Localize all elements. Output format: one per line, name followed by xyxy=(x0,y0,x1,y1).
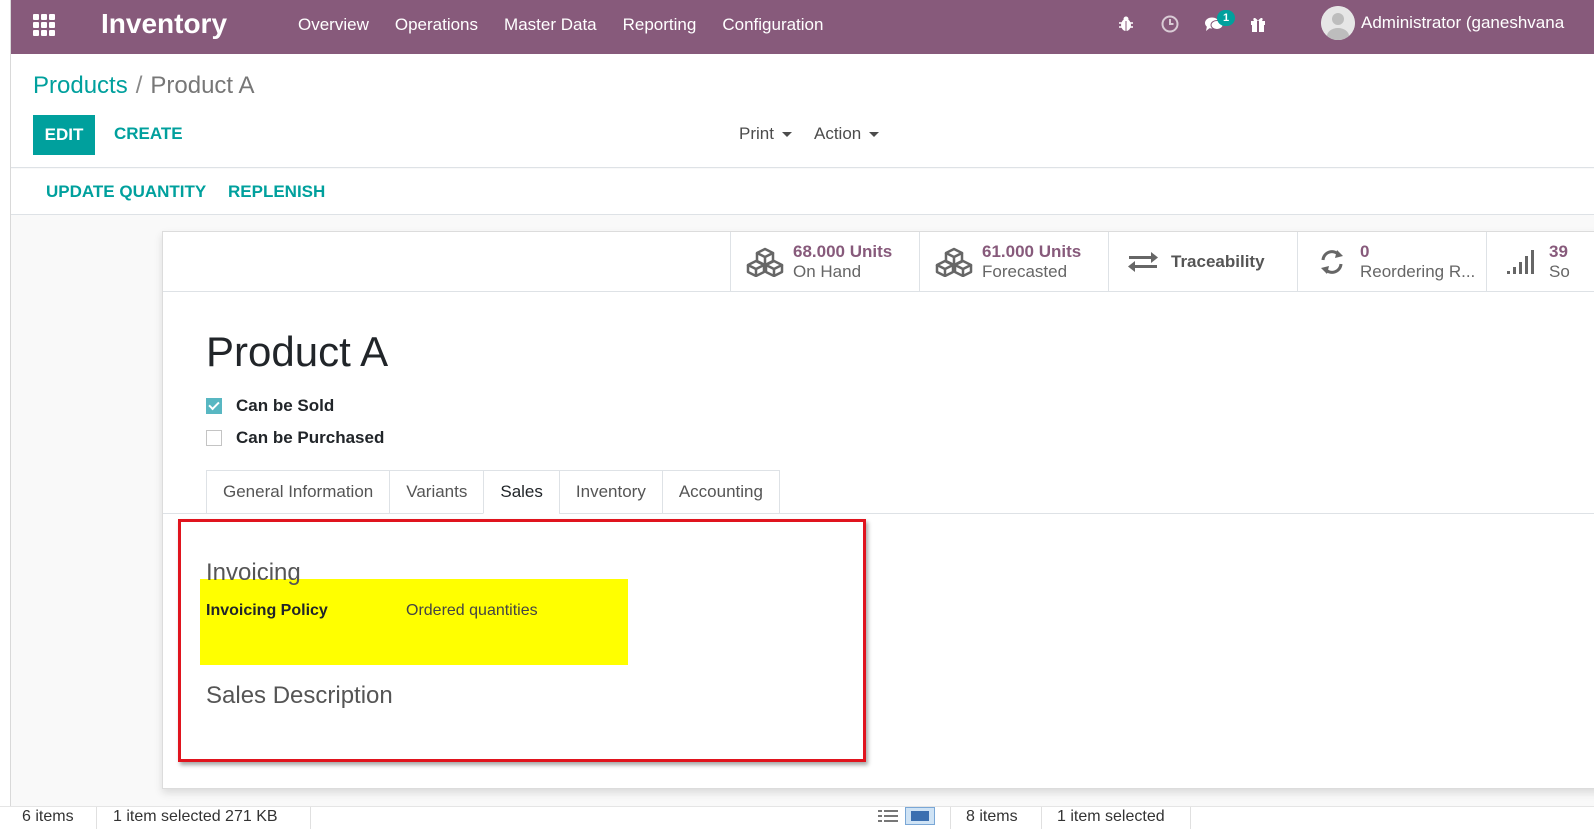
gift-icon[interactable] xyxy=(1247,12,1269,36)
chat-badge: 1 xyxy=(1217,10,1236,26)
print-label: Print xyxy=(739,124,774,143)
breadcrumb-separator: / xyxy=(135,72,143,99)
can-be-purchased-label: Can be Purchased xyxy=(236,428,385,447)
can-be-purchased-row: Can be Purchased xyxy=(206,428,384,448)
tab-inventory[interactable]: Inventory xyxy=(558,470,662,514)
bug-icon[interactable] xyxy=(1115,12,1137,36)
cubes-icon xyxy=(745,247,785,277)
form-statusbar: UPDATE QUANTITY REPLENISH xyxy=(11,169,1594,215)
can-be-sold-row: Can be Sold xyxy=(206,396,334,416)
left-item-count: 6 items xyxy=(22,808,74,825)
form-sheet: 68.000 Units On Hand 61.000 Units Foreca… xyxy=(162,231,1594,789)
traceability-label: Traceability xyxy=(1171,251,1265,271)
forecasted-label: Forecasted xyxy=(982,261,1068,281)
menu-configuration[interactable]: Configuration xyxy=(709,14,836,36)
caret-down-icon xyxy=(781,131,792,137)
left-selection-info: 1 item selected 271 KB xyxy=(113,808,278,825)
user-menu[interactable]: Administrator (ganeshvana xyxy=(1321,6,1564,40)
forecasted-value: 61.000 Units xyxy=(982,241,1082,261)
menu-overview[interactable]: Overview xyxy=(298,14,382,36)
print-dropdown[interactable]: Print xyxy=(739,124,792,144)
top-navbar: Inventory Overview Operations Master Dat… xyxy=(11,0,1594,54)
forecasted-button[interactable]: 61.000 Units Forecasted xyxy=(919,232,1108,291)
systray: 1 xyxy=(1115,10,1291,36)
menu-reporting[interactable]: Reporting xyxy=(610,14,710,36)
notebook-tabs: General Information Variants Sales Inven… xyxy=(206,470,780,514)
breadcrumb-current: Product A xyxy=(150,72,255,99)
on-hand-value: 68.000 Units xyxy=(793,241,893,261)
reordering-label: Reordering R... xyxy=(1360,261,1476,281)
can-be-sold-label: Can be Sold xyxy=(236,396,335,415)
red-annotation-box xyxy=(178,519,866,762)
menu-master-data[interactable]: Master Data xyxy=(491,14,610,36)
reordering-rules-button[interactable]: 0 Reordering R... xyxy=(1297,232,1486,291)
main-menu: Overview Operations Master Data Reportin… xyxy=(298,14,836,36)
smart-button-box: 68.000 Units On Hand 61.000 Units Foreca… xyxy=(163,232,1594,292)
right-item-count: 8 items xyxy=(966,808,1018,825)
apps-grid-icon[interactable] xyxy=(33,14,57,38)
on-hand-button[interactable]: 68.000 Units On Hand xyxy=(730,232,919,291)
exchange-icon xyxy=(1123,251,1163,273)
replenish-button[interactable]: REPLENISH xyxy=(228,182,325,202)
odoo-app-window: Inventory Overview Operations Master Dat… xyxy=(10,0,1594,806)
edit-button[interactable]: EDIT xyxy=(33,115,95,155)
create-button[interactable]: CREATE xyxy=(114,124,183,144)
avatar xyxy=(1321,6,1355,40)
sold-value: 39 xyxy=(1549,241,1568,261)
refresh-icon xyxy=(1312,248,1352,276)
sold-button[interactable]: 39 So xyxy=(1486,232,1594,291)
thumbnail-view-icon[interactable] xyxy=(905,807,935,831)
reordering-value: 0 xyxy=(1360,241,1370,261)
details-view-icon[interactable] xyxy=(878,809,898,829)
tab-variants[interactable]: Variants xyxy=(389,470,484,514)
signal-icon xyxy=(1501,249,1541,275)
menu-operations[interactable]: Operations xyxy=(382,14,491,36)
window-status-bar: 6 items 1 item selected 271 KB 8 items 1… xyxy=(0,806,1594,834)
breadcrumb-products[interactable]: Products xyxy=(33,72,128,99)
on-hand-label: On Hand xyxy=(793,261,862,281)
control-panel: Products / Product A EDIT CREATE Print Act… xyxy=(11,54,1594,168)
breadcrumb: Products / Product A xyxy=(33,72,254,100)
product-title[interactable]: Product A xyxy=(206,328,388,376)
tab-sales[interactable]: Sales xyxy=(483,470,559,514)
can-be-sold-checkbox[interactable] xyxy=(206,398,222,414)
traceability-button[interactable]: Traceability xyxy=(1108,232,1297,291)
action-label: Action xyxy=(814,124,862,143)
chat-icon[interactable]: 1 xyxy=(1203,10,1236,36)
user-name: Administrator (ganeshvana xyxy=(1361,13,1565,32)
app-brand[interactable]: Inventory xyxy=(101,8,227,40)
can-be-purchased-checkbox[interactable] xyxy=(206,430,222,446)
action-dropdown[interactable]: Action xyxy=(814,124,880,144)
cubes-icon xyxy=(934,247,974,277)
caret-down-icon xyxy=(869,131,880,137)
tab-general-information[interactable]: General Information xyxy=(206,470,390,514)
tab-accounting[interactable]: Accounting xyxy=(661,470,780,514)
clock-icon[interactable] xyxy=(1159,12,1181,36)
right-selection-info: 1 item selected xyxy=(1057,808,1165,825)
update-quantity-button[interactable]: UPDATE QUANTITY xyxy=(46,182,206,202)
sold-label: So xyxy=(1549,261,1570,281)
